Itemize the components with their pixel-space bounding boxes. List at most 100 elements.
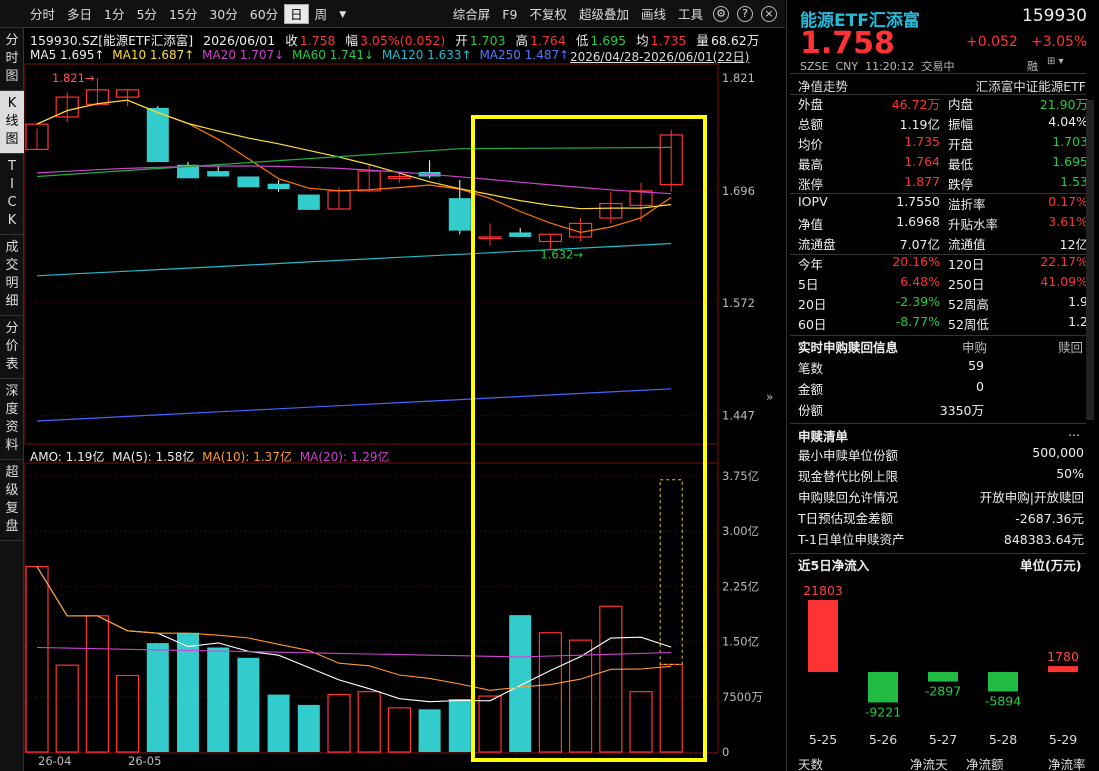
flow-bar	[1048, 666, 1078, 673]
volume-estimate-bar	[659, 479, 683, 665]
kv-label: 笔数	[798, 361, 824, 376]
stat-label: 20日	[798, 297, 827, 312]
stat-label: 外盘	[798, 97, 824, 112]
net-flow-chart: 21803 5-25 -9221 5-26 -2897 5-27 -5894 5-28 1780…	[803, 583, 1079, 747]
volume-bar	[25, 565, 49, 753]
panel-toggle-icon[interactable]: »	[766, 390, 773, 404]
stat-label: 120日	[948, 257, 985, 272]
candle-body	[509, 232, 532, 237]
last-price: 1.758	[800, 26, 895, 61]
stat-label: 溢折率	[948, 197, 986, 212]
price-change: +0.052	[966, 34, 1018, 50]
amo-ma10-line	[36, 566, 672, 691]
nav-trend-link[interactable]: 净值走势	[798, 76, 848, 95]
stat-value: 41.09%	[1040, 274, 1088, 289]
kv-label: 份额	[798, 403, 824, 418]
stat-row: 20日 -2.39% 52周高 1.9	[798, 294, 1088, 314]
margin-badge: 融	[1027, 60, 1038, 73]
volume-bar	[478, 695, 502, 753]
flow-value-label: -9221	[865, 704, 901, 719]
stat-value: 3.61%	[1048, 214, 1088, 229]
kv-row: 笔数 59	[798, 358, 1084, 378]
index-name[interactable]: 汇添富中证能源ETF	[966, 76, 1086, 95]
volume-bar	[509, 615, 532, 752]
amo-ma20: MA(20): 1.29亿	[299, 450, 390, 464]
volume-bar	[629, 691, 653, 753]
flow-value-label: 1780	[1047, 649, 1079, 664]
price-axis-label: 1.821	[722, 71, 755, 85]
kv-row: T-1日单位申赎资产 848383.64元	[798, 529, 1084, 549]
low-marker: 1.632→	[540, 248, 583, 262]
price-axis-label: 1.572	[722, 296, 755, 310]
stat-value: 6.48%	[900, 274, 940, 289]
stat-label: 均价	[798, 137, 824, 152]
stat-label: 今年	[798, 257, 824, 272]
price-pane-frame	[24, 63, 719, 445]
kv-value: 50%	[1056, 466, 1084, 481]
flow-footer: 天数 净流天 净流额 净流率	[798, 754, 1088, 771]
subscription-title: 实时申购赎回信息	[798, 340, 899, 355]
ma60-line	[36, 146, 672, 178]
stat-row: 5日 6.48% 250日 41.09%	[798, 274, 1088, 294]
candle-body	[207, 171, 230, 177]
stat-value: 1.53	[1060, 174, 1088, 189]
stat-label: 开盘	[948, 137, 974, 152]
kv-row: 最小申赎单位份额 500,000	[798, 445, 1084, 465]
kv-value: 0	[976, 379, 984, 394]
sub-col-subscribe: 申购	[962, 340, 988, 355]
price-axis-label: 1.696	[722, 184, 755, 198]
volume-bar	[85, 615, 110, 753]
kv-label: 金额	[798, 382, 824, 397]
flow-bar	[868, 672, 898, 703]
volume-bar	[327, 693, 351, 753]
amo-ma5: MA(5): 1.58亿	[112, 450, 195, 464]
kv-value: 3350万	[939, 403, 984, 418]
stat-value: 1.877	[904, 174, 940, 189]
stat-label: 内盘	[948, 97, 974, 112]
flow-date-label: 5-29	[1049, 732, 1077, 747]
stat-value: 1.695	[1052, 154, 1088, 169]
stat-value: 1.19亿	[899, 117, 940, 132]
stat-value: 1.7550	[896, 194, 940, 209]
high-marker: 1.821→	[52, 71, 95, 85]
currency: CNY	[835, 60, 859, 73]
stat-value: 4.04%	[1048, 114, 1088, 129]
stat-label: 流通盘	[798, 237, 836, 252]
stat-value: 46.72万	[891, 97, 940, 112]
stat-row: 总额 1.19亿 振幅 4.04%	[798, 114, 1088, 134]
stat-label: 涨停	[798, 177, 824, 192]
divider	[790, 73, 1086, 74]
kv-value: -2687.36元	[1015, 511, 1084, 526]
highlight-box	[471, 115, 707, 762]
divider	[790, 335, 1086, 336]
more-icon[interactable]: ...	[1068, 424, 1080, 439]
candle-body	[267, 183, 290, 190]
stat-value: 12亿	[1059, 237, 1088, 252]
stat-label: 总额	[798, 117, 824, 132]
stat-row: 今年 20.16% 120日 22.17%	[798, 254, 1088, 274]
market-info: SZSE CNY 11:20:12 交易中	[800, 58, 955, 74]
volume-bar	[659, 663, 683, 753]
candle-body	[237, 176, 260, 188]
flow-date-label: 5-28	[989, 732, 1017, 747]
stat-value: -8.77%	[895, 314, 940, 329]
footer-col: 净流率	[1048, 757, 1086, 771]
panel-scrollbar[interactable]	[1086, 100, 1094, 420]
kv-row: T日预估现金差额 -2687.36元	[798, 508, 1084, 528]
kline-chart[interactable]: 1.821 1.696 1.572 1.447 3.75亿 3.00亿 2.25亿 1.50亿…	[0, 0, 785, 771]
stat-value: 1.764	[904, 154, 940, 169]
ma5-line	[36, 99, 672, 234]
stat-label: 60日	[798, 317, 827, 332]
kv-row: 现金替代比例上限 50%	[798, 466, 1084, 486]
fund-code: 159930	[1022, 6, 1087, 26]
volume-axis-label: 7500万	[722, 690, 763, 704]
candle-body	[297, 194, 320, 210]
stat-label: 流通值	[948, 237, 986, 252]
volume-axis-label: 3.00亿	[722, 524, 759, 538]
kv-label: T日预估现金差额	[798, 511, 894, 526]
expand-icon[interactable]: ⊞ ▾	[1047, 56, 1064, 67]
stat-row: 60日 -8.77% 52周低 1.2	[798, 314, 1088, 334]
kv-value: 848383.64元	[1003, 532, 1084, 547]
candle-body	[146, 107, 169, 163]
volume-bar	[237, 657, 260, 752]
